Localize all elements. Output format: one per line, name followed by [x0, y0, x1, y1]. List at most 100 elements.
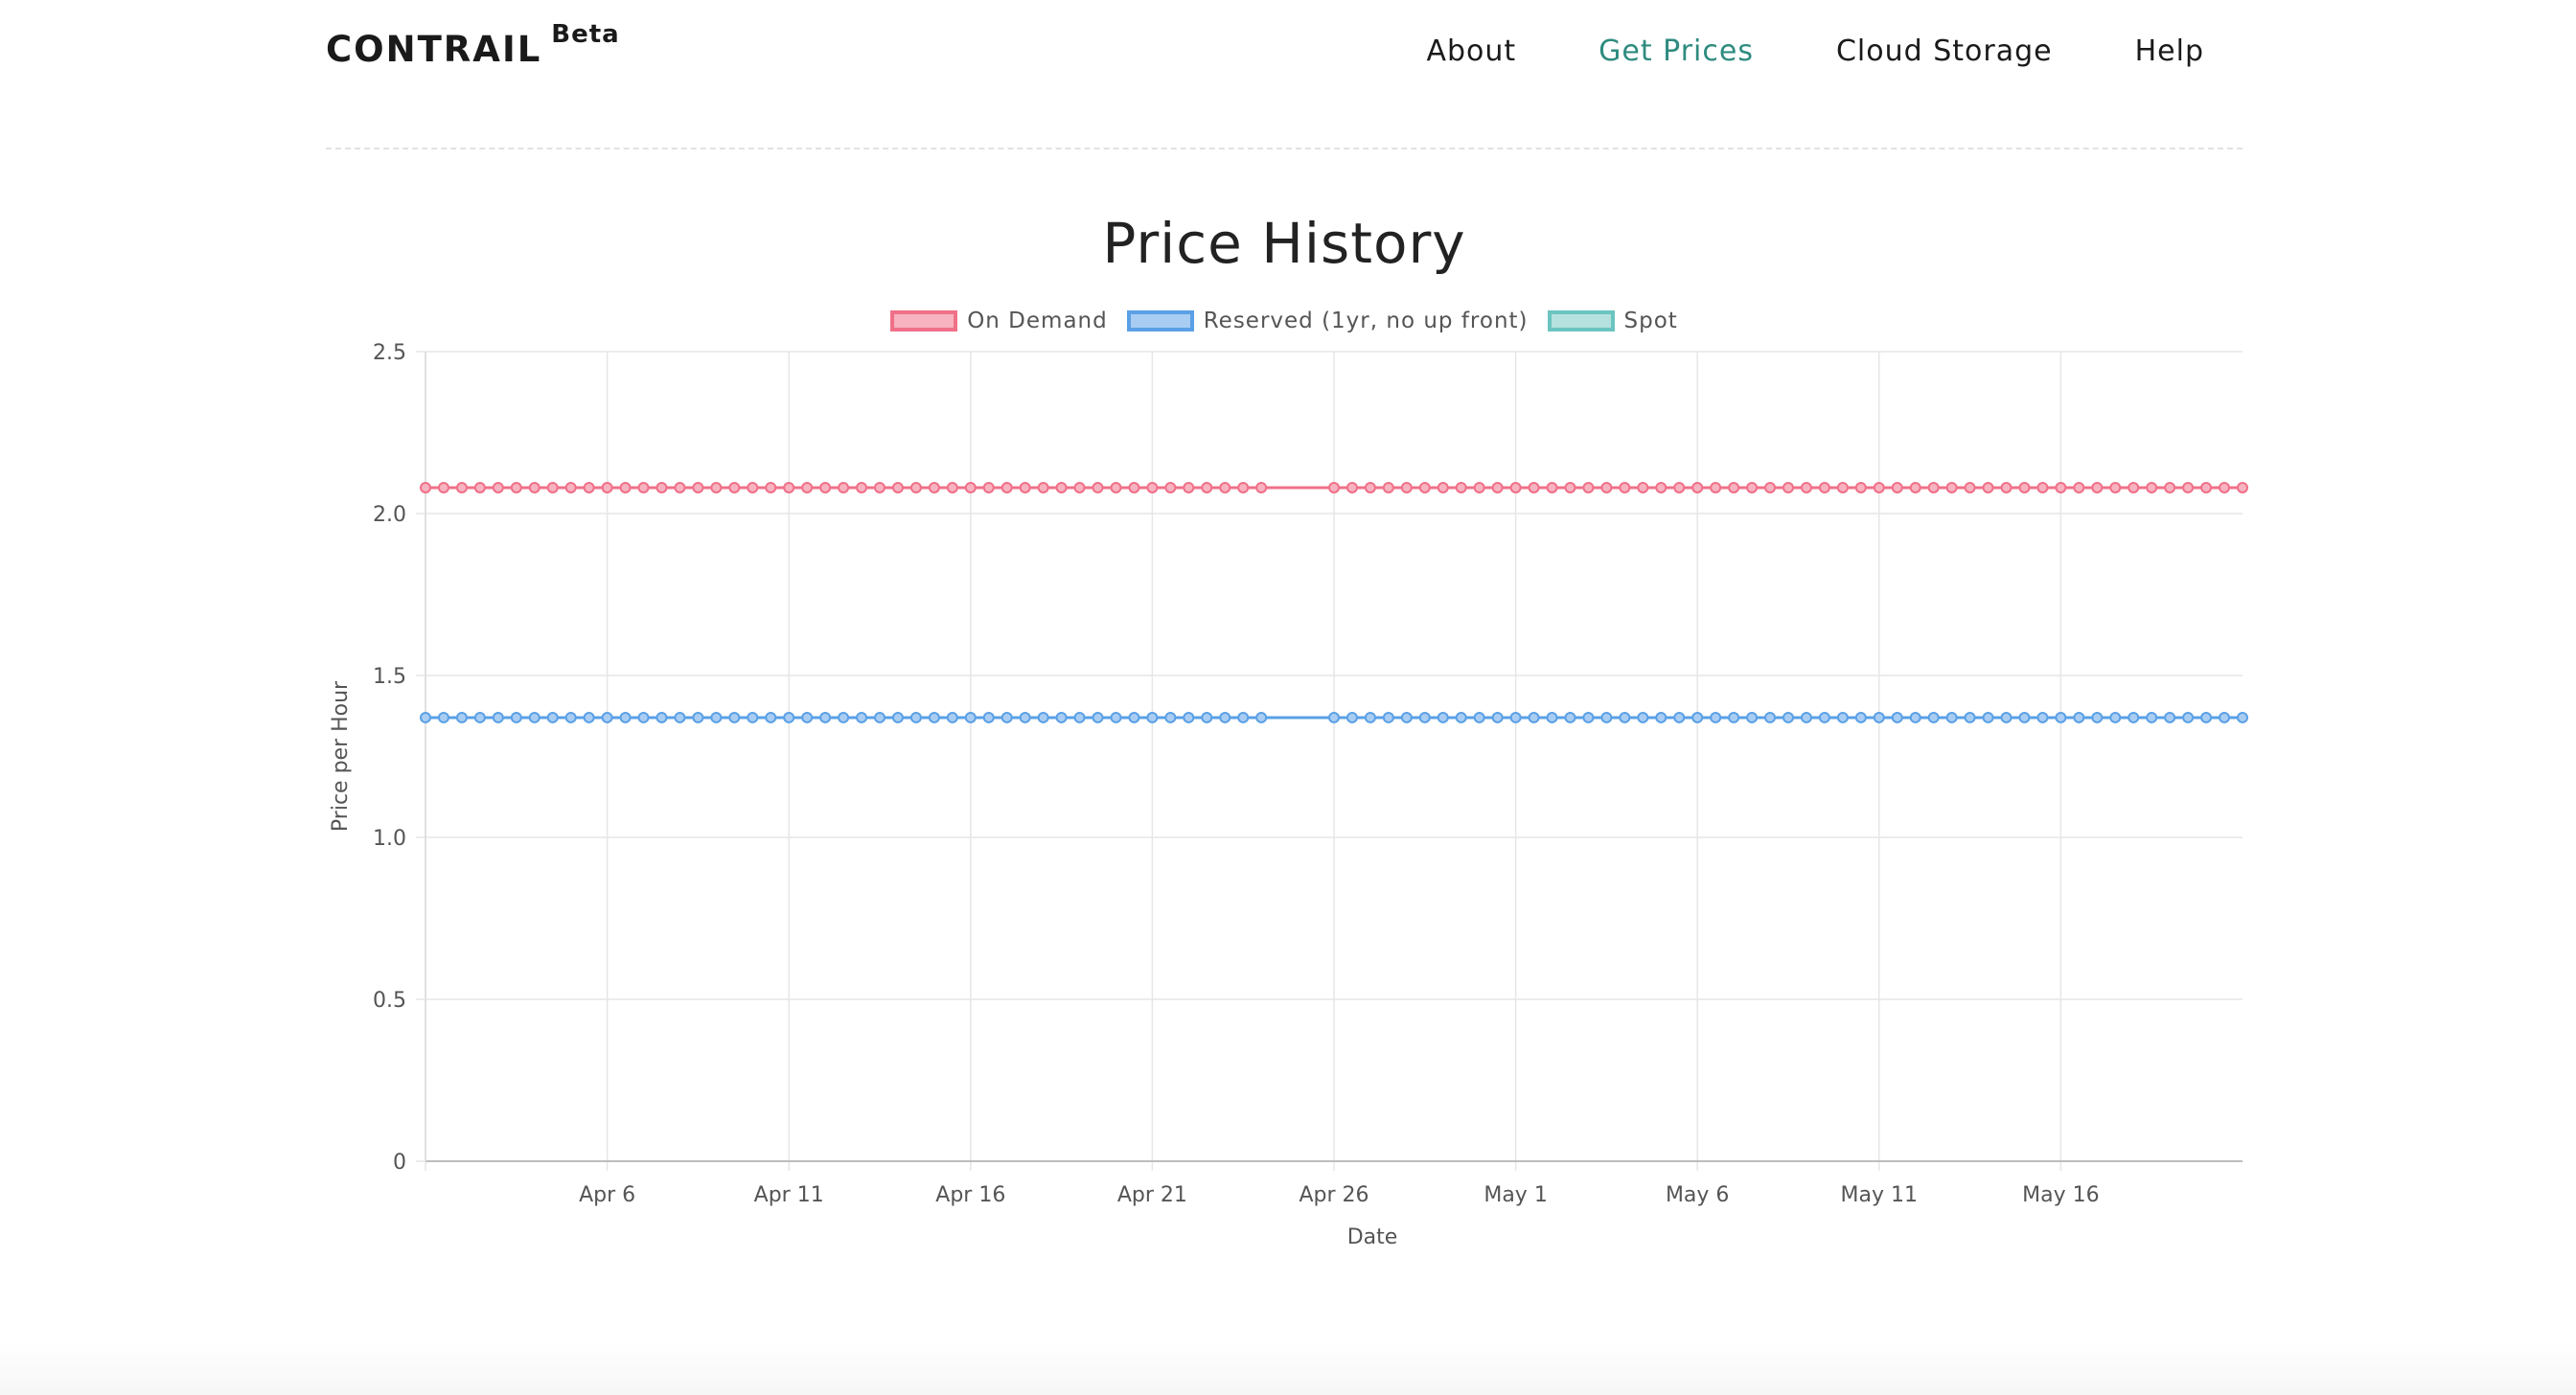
data-point	[2109, 481, 2122, 493]
data-point	[1382, 711, 1394, 723]
y-tick-label: 2.0	[373, 503, 406, 527]
data-point	[2109, 711, 2122, 723]
data-point	[1418, 481, 1431, 493]
data-point	[619, 481, 632, 493]
x-tick-label: May 6	[1666, 1183, 1729, 1207]
data-point	[1764, 481, 1777, 493]
data-point	[891, 481, 904, 493]
data-point	[1509, 711, 1522, 723]
data-point	[473, 481, 486, 493]
data-point	[1364, 711, 1376, 723]
data-point	[437, 711, 449, 723]
data-point	[1673, 711, 1686, 723]
x-tick-label: Apr 16	[935, 1183, 1005, 1207]
data-point	[1637, 481, 1649, 493]
x-tick-label: Apr 26	[1299, 1183, 1368, 1207]
data-point	[2128, 481, 2140, 493]
beta-badge: Beta	[551, 20, 620, 49]
nav-about[interactable]: About	[1426, 34, 1516, 68]
legend-item-spot[interactable]: Spot	[1547, 309, 1678, 333]
data-point	[1891, 481, 1903, 493]
x-axis-title: Date	[1347, 1225, 1398, 1249]
data-point	[674, 481, 686, 493]
data-point	[710, 711, 723, 723]
data-point	[1782, 711, 1794, 723]
data-point	[928, 481, 940, 493]
nav-help[interactable]: Help	[2135, 34, 2204, 68]
data-point	[1073, 711, 1086, 723]
data-point	[1546, 481, 1558, 493]
data-point	[1491, 481, 1504, 493]
data-point	[473, 711, 486, 723]
data-point	[1564, 481, 1576, 493]
data-point	[2073, 481, 2085, 493]
data-point	[1655, 711, 1668, 723]
legend-label-reserved: Reserved (1yr, no up front)	[1203, 309, 1529, 333]
data-point	[1673, 481, 1686, 493]
data-point	[1764, 711, 1777, 723]
data-point	[1782, 481, 1794, 493]
data-point	[1546, 711, 1558, 723]
data-point	[2219, 711, 2231, 723]
data-point	[2200, 481, 2213, 493]
y-tick-label: 1.0	[373, 827, 406, 851]
data-point	[1237, 711, 1250, 723]
data-point	[1710, 481, 1722, 493]
data-point	[2036, 711, 2049, 723]
data-point	[747, 481, 759, 493]
data-point	[437, 481, 449, 493]
data-point	[492, 481, 504, 493]
data-point	[874, 481, 886, 493]
data-point	[564, 711, 577, 723]
data-point	[1728, 481, 1740, 493]
data-point	[601, 481, 613, 493]
data-point	[1964, 481, 1976, 493]
data-point	[1037, 481, 1049, 493]
data-point	[1746, 481, 1759, 493]
data-point	[1927, 481, 1940, 493]
data-point	[1092, 481, 1104, 493]
data-point	[692, 481, 704, 493]
data-point	[1927, 711, 1940, 723]
data-point	[874, 711, 886, 723]
data-point	[909, 711, 922, 723]
nav-get-prices[interactable]: Get Prices	[1598, 34, 1754, 68]
legend-item-on-demand[interactable]: On Demand	[890, 309, 1108, 333]
x-tick-label: May 11	[1841, 1183, 1918, 1207]
data-point	[637, 711, 650, 723]
y-axis-title: Price per Hour	[329, 680, 353, 832]
x-tick-label: May 1	[1484, 1183, 1547, 1207]
data-point	[2200, 711, 2213, 723]
data-point	[765, 481, 777, 493]
data-point	[1945, 481, 1958, 493]
data-point	[2182, 481, 2195, 493]
data-point	[420, 481, 431, 493]
data-point	[2000, 711, 2012, 723]
data-point	[801, 481, 814, 493]
data-point	[1328, 711, 1340, 723]
data-point	[1909, 711, 1921, 723]
main-nav: About Get Prices Cloud Storage Help	[1344, 34, 2204, 68]
data-point	[710, 481, 723, 493]
price-history-chart: 0 0.5 1.0 1.5 2.0 2.5 Apr 6 Apr 11 Apr 16 Apr 21 A…	[326, 192, 2248, 1274]
nav-cloud-storage[interactable]: Cloud Storage	[1836, 34, 2053, 68]
data-point	[856, 711, 868, 723]
chart-svg: 0 0.5 1.0 1.5 2.0 2.5 Apr 6 Apr 11 Apr 16 Apr 21 A…	[329, 341, 2248, 1249]
data-point	[674, 711, 686, 723]
data-point	[1110, 481, 1122, 493]
data-point	[583, 711, 595, 723]
y-tick-label: 1.5	[373, 665, 406, 689]
data-point	[656, 711, 668, 723]
data-point	[1564, 711, 1576, 723]
data-point	[1219, 481, 1231, 493]
legend-swatch-spot	[1547, 310, 1615, 332]
data-point	[1836, 481, 1849, 493]
data-point	[619, 711, 632, 723]
data-point	[420, 711, 431, 723]
data-point	[2073, 711, 2085, 723]
data-point	[1945, 711, 1958, 723]
chart-legend: On Demand Reserved (1yr, no up front) Sp…	[326, 309, 2242, 333]
legend-item-reserved[interactable]: Reserved (1yr, no up front)	[1126, 309, 1529, 333]
data-point	[1400, 711, 1413, 723]
brand-logo[interactable]: CONTRAIL Beta	[326, 20, 620, 70]
